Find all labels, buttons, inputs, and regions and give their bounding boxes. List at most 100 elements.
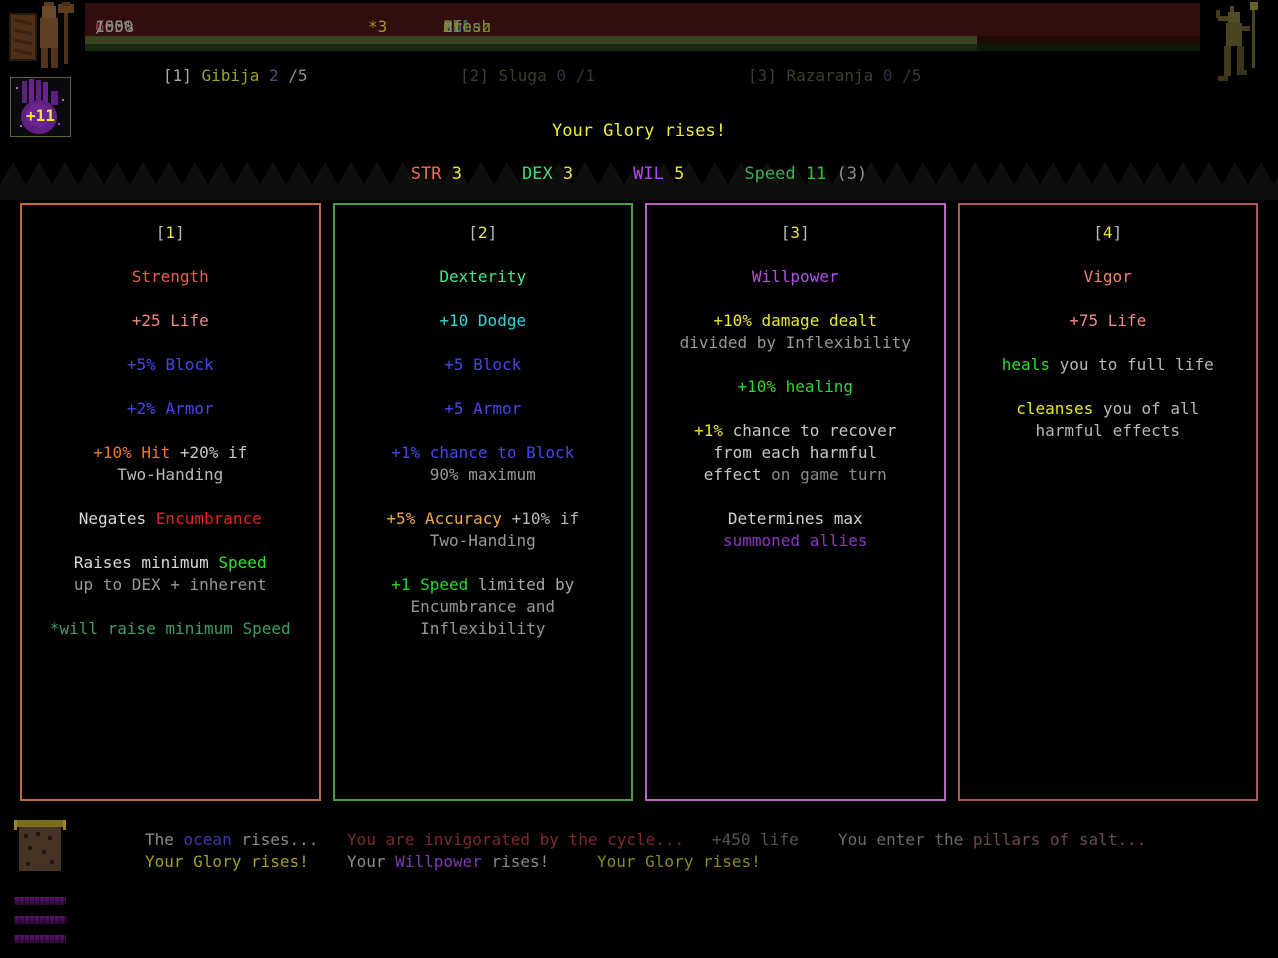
text-segment: Your Glory rises! <box>597 852 761 871</box>
text-segment: Dexterity <box>439 267 526 286</box>
text-segment: rises... <box>232 830 319 849</box>
panel-text-block: +75 Life <box>960 310 1257 332</box>
panel-text-block: Determines max summoned allies <box>647 508 944 552</box>
text-segment: ocean <box>184 830 232 849</box>
text-segment: Strength <box>132 267 209 286</box>
text-segment: *will raise minimum Speed <box>50 619 291 638</box>
log-message: Your Glory rises! <box>597 852 761 872</box>
text-segment: The <box>145 830 184 849</box>
panel-hotkey: [2] <box>335 222 632 244</box>
stat-panel-vigor[interactable]: [4] Vigor+75 Lifeheals you to full lifec… <box>958 203 1259 801</box>
panel-text-line: from each harmful <box>647 442 944 464</box>
panel-body: Strength +25 Life +5% Block +2% Armor +10% H… <box>22 266 319 640</box>
text-segment: limited by <box>468 575 574 594</box>
panel-text-line: 90% maximum <box>335 464 632 486</box>
text-segment: Willpower <box>395 852 482 871</box>
purple-item-bar <box>14 935 66 943</box>
log-message: You are invigorated by the cycle... <box>347 830 684 850</box>
text-segment: Eresh <box>443 17 491 37</box>
stat-panel-willpower[interactable]: [3] Willpower +10% damage dealt divided by… <box>645 203 946 801</box>
text-segment: divided by Inflexibility <box>680 333 911 352</box>
panel-text-block: +1% chance to recoverfrom each harmfulef… <box>647 420 944 486</box>
text-segment: up to DEX + inherent <box>74 575 267 594</box>
panel-text-line: up to DEX + inherent <box>22 574 319 596</box>
text-segment: 0 <box>556 66 575 85</box>
text-segment: +10% Hit <box>93 443 170 462</box>
panel-text-line: +10% Hit +20% if <box>22 442 319 464</box>
panel-text-line: Encumbrance and <box>335 596 632 618</box>
text-segment: Raises minimum <box>74 553 219 572</box>
text-segment: [ <box>468 223 478 242</box>
text-segment: heals <box>1002 355 1050 374</box>
text-segment: Sluga <box>499 66 557 85</box>
text-segment: harmful effects <box>1036 421 1181 440</box>
text-segment: from each harmful <box>713 443 877 462</box>
panel-text-block: +10% Hit +20% ifTwo-Handing <box>22 442 319 486</box>
purple-item-bar <box>14 897 66 905</box>
text-segment: 3 <box>563 164 573 184</box>
panel-text-line: Inflexibility <box>335 618 632 640</box>
panel-text-line: Raises minimum Speed <box>22 552 319 574</box>
panel-text-line: cleanses you of all <box>960 398 1257 420</box>
text-segment: /5 <box>902 66 921 85</box>
panel-text-line: +10% damage dealt <box>647 310 944 332</box>
panel-text-line: +5% Block <box>22 354 319 376</box>
text-segment: Your Glory rises! <box>552 121 726 141</box>
text-segment: summoned allies <box>723 531 868 550</box>
text-segment: 0 <box>883 66 902 85</box>
ability-slot-1[interactable]: [1] Gibija 2 /5 <box>163 66 308 86</box>
panel-text-block: +1 Speed limited byEncumbrance andInflex… <box>335 574 632 640</box>
text-segment: Two-Handing <box>117 465 223 484</box>
text-segment: *3 <box>368 17 387 37</box>
text-segment: +1% chance to Block <box>391 443 574 462</box>
panel-text-block: +5% Accuracy +10% ifTwo-Handing <box>335 508 632 552</box>
text-segment: Gibija <box>202 66 269 85</box>
text-segment: [ <box>1093 223 1103 242</box>
panel-text-line: Two-Handing <box>335 530 632 552</box>
stats-row: STR 3 DEX 3 WIL 5 Speed 11 (3) <box>0 164 1278 184</box>
text-segment: Willpower <box>752 267 839 286</box>
panel-text-line: +5 Armor <box>335 398 632 420</box>
stat-panel-strength[interactable]: [1] Strength +25 Life +5% Block +2% Armor +1… <box>20 203 321 801</box>
stat-str: STR 3 <box>411 164 462 184</box>
purple-item-bar <box>14 916 66 924</box>
text-segment: +10 Dodge <box>439 311 526 330</box>
ability-slot-3[interactable]: [3] Razaranja 0 /5 <box>748 66 921 86</box>
panel-text-line: Determines max <box>647 508 944 530</box>
panel-text-line: +25 Life <box>22 310 319 332</box>
text-segment: ] <box>1113 223 1123 242</box>
player-statue-icon <box>8 2 76 70</box>
ability-slot-2[interactable]: [2] Sluga 0 /1 <box>460 66 595 86</box>
text-segment: Determines max <box>728 509 863 528</box>
panel-hotkey: [3] <box>647 222 944 244</box>
text-segment: +450 life <box>712 830 799 849</box>
text-segment: +5% Accuracy <box>386 509 502 528</box>
log-message: You enter the pillars of salt... <box>838 830 1146 850</box>
panel-text-line: effect on game turn <box>647 464 944 486</box>
text-segment: +10% damage dealt <box>713 311 877 330</box>
panel-text-line: +1% chance to Block <box>335 442 632 464</box>
text-segment: Inflexibility <box>420 619 545 638</box>
text-segment: effect <box>704 465 762 484</box>
panel-text-block: +10% damage dealt divided by Inflexibilit… <box>647 310 944 354</box>
panel-text-line: divided by Inflexibility <box>647 332 944 354</box>
stat-panel-dexterity[interactable]: [2] Dexterity +10 Dodge +5 Block +5 Armor +1… <box>333 203 634 801</box>
panel-text-block: Dexterity <box>335 266 632 288</box>
text-segment: +2% Armor <box>127 399 214 418</box>
panel-text-block: +5 Block <box>335 354 632 376</box>
text-segment: [2] <box>460 66 499 85</box>
text-segment: ] <box>800 223 810 242</box>
text-segment: 100% <box>95 17 134 37</box>
text-segment: +75 Life <box>1069 311 1146 330</box>
text-segment: +20% if <box>170 443 247 462</box>
text-segment: 5 <box>674 164 684 184</box>
text-segment: 11 <box>806 164 837 184</box>
scroll-icon[interactable] <box>14 820 66 876</box>
panel-hotkey: [1] <box>22 222 319 244</box>
text-segment: Your <box>347 852 395 871</box>
text-segment: 1 <box>165 223 175 242</box>
panel-text-block: +25 Life <box>22 310 319 332</box>
panel-hotkey: [4] <box>960 222 1257 244</box>
text-segment: pillars of salt... <box>973 830 1146 849</box>
text-segment: 2 <box>478 223 488 242</box>
